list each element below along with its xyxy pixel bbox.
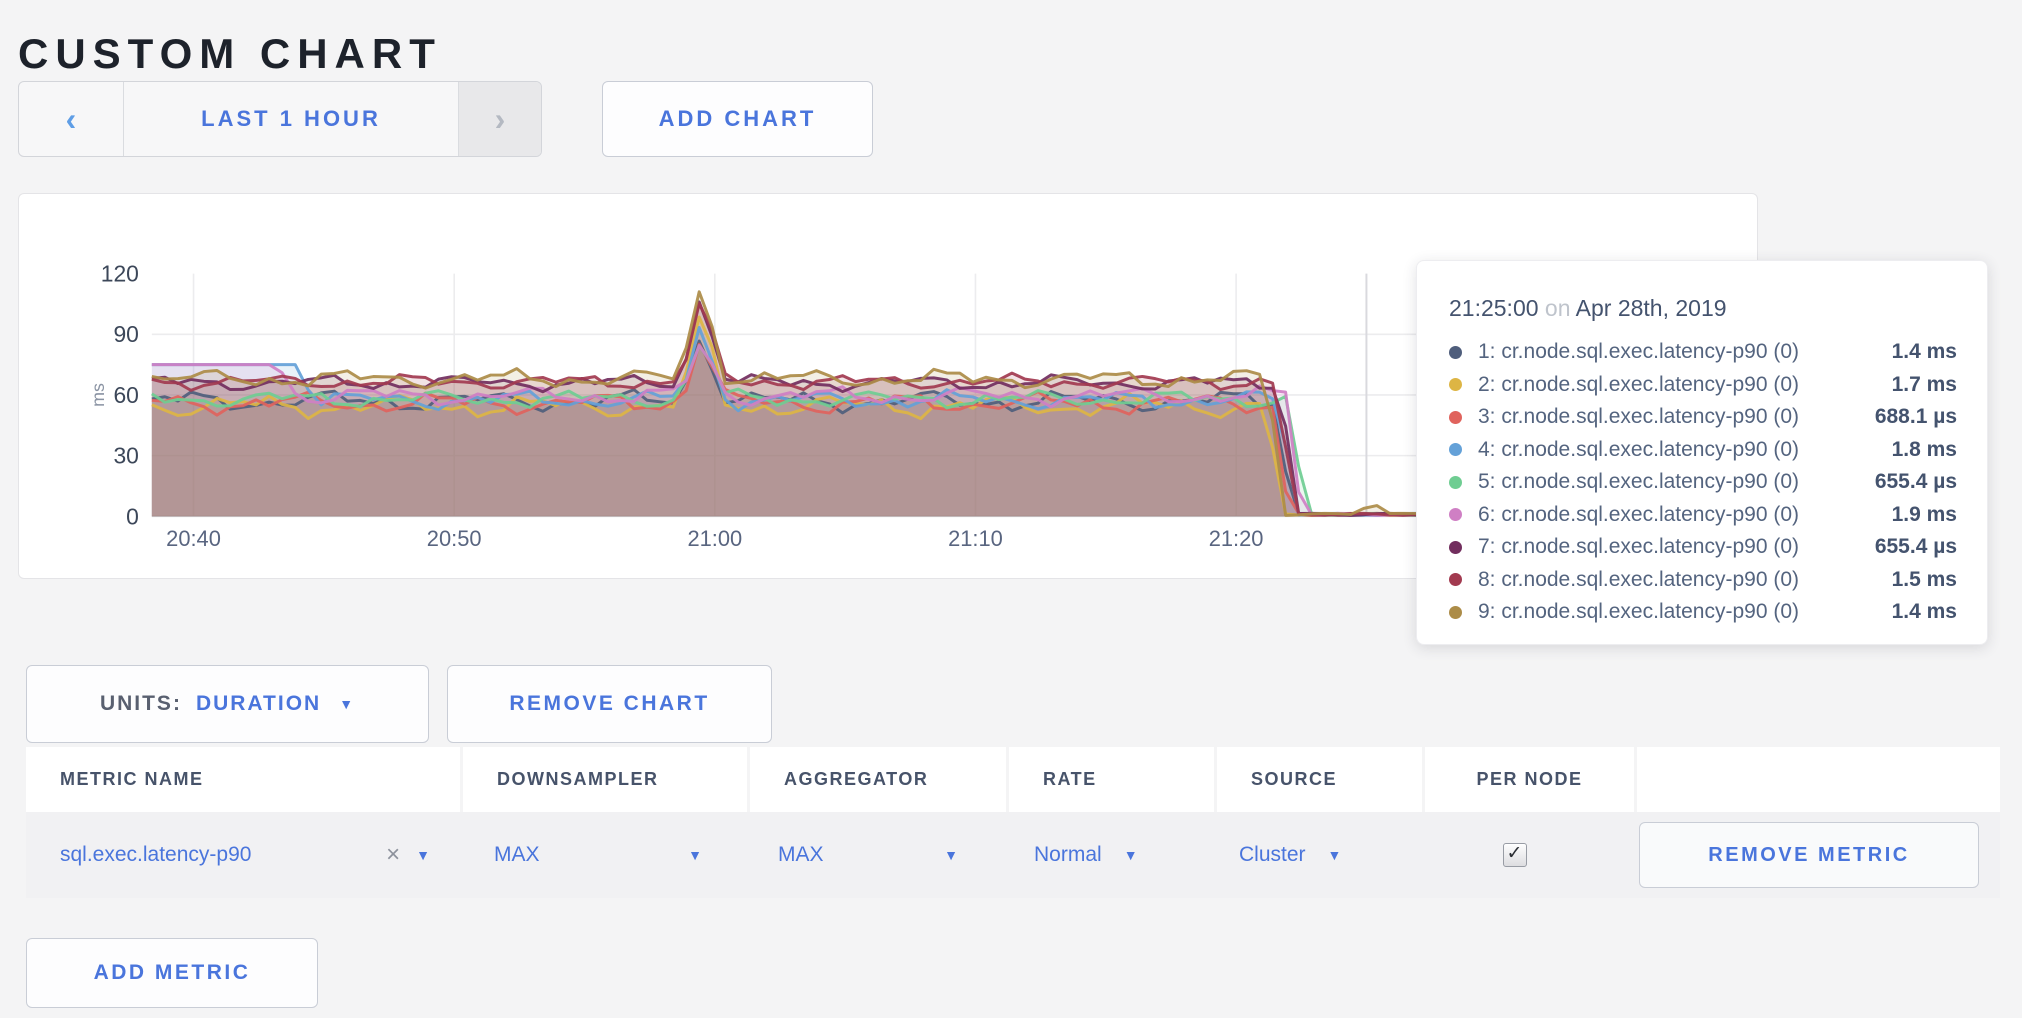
tooltip-series-row: 4: cr.node.sql.exec.latency-p90 (0)1.8 m… [1447,434,1957,467]
series-name: 3: cr.node.sql.exec.latency-p90 (0) [1478,405,1875,429]
y-axis-tick-label: 0 [126,503,139,529]
time-range-selector[interactable]: ‹ LAST 1 HOUR › [18,81,542,157]
series-color-dot [1449,508,1462,521]
series-color-dot [1449,443,1462,456]
caret-down-icon: ▼ [688,848,702,862]
metric-caret-down-icon[interactable]: ▼ [416,848,430,862]
rate-value: Normal [1034,843,1102,867]
tooltip-series-row: 2: cr.node.sql.exec.latency-p90 (0)1.7 m… [1447,369,1957,402]
series-value: 1.5 ms [1892,568,1957,592]
caret-down-icon: ▼ [1328,848,1342,862]
units-dropdown[interactable]: UNITS: DURATION ▼ [26,665,429,743]
series-color-dot [1449,573,1462,586]
metric-row: sql.exec.latency-p90 × ▼ MAX ▼ MAX ▼ Nor… [26,812,2000,898]
series-name: 2: cr.node.sql.exec.latency-p90 (0) [1478,373,1892,397]
series-color-dot [1449,378,1462,391]
header-source: SOURCE [1217,747,1422,812]
series-name: 8: cr.node.sql.exec.latency-p90 (0) [1478,568,1892,592]
tooltip-timestamp: 21:25:00 on Apr 28th, 2019 [1449,295,1957,322]
y-axis-tick-label: 90 [113,321,138,347]
series-color-dot [1449,541,1462,554]
aggregator-select[interactable]: MAX ▼ [744,812,1000,898]
rate-select[interactable]: Normal ▼ [1000,812,1205,898]
time-range-next-button[interactable]: › [459,82,541,156]
tooltip-time: 21:25:00 [1449,295,1539,321]
series-color-dot [1449,606,1462,619]
series-value: 688.1 µs [1875,405,1957,429]
add-metric-button[interactable]: ADD METRIC [26,938,318,1008]
series-name: 1: cr.node.sql.exec.latency-p90 (0) [1478,340,1892,364]
tooltip-series-row: 6: cr.node.sql.exec.latency-p90 (0)1.9 m… [1447,499,1957,532]
y-axis-unit-label: ms [88,383,108,407]
downsampler-value: MAX [494,843,540,867]
source-value: Cluster [1239,843,1306,867]
y-axis-tick-label: 60 [113,382,138,408]
x-axis-tick-label: 20:50 [427,526,482,551]
add-chart-button[interactable]: ADD CHART [602,81,873,157]
series-value: 1.4 ms [1892,340,1957,364]
time-range-prev-button[interactable]: ‹ [19,82,124,156]
tooltip-date-text: Apr 28th, 2019 [1576,295,1727,321]
checkmark-icon: ✓ [1507,842,1523,865]
y-axis-tick-label: 30 [113,443,138,469]
tooltip-series-list: 1: cr.node.sql.exec.latency-p90 (0)1.4 m… [1447,336,1957,629]
chevron-left-icon: ‹ [66,103,77,135]
x-axis-tick-label: 21:00 [687,526,742,551]
downsampler-select[interactable]: MAX ▼ [460,812,744,898]
series-color-dot [1449,346,1462,359]
caret-down-icon: ▼ [1124,848,1138,862]
series-color-dot [1449,476,1462,489]
series-name: 7: cr.node.sql.exec.latency-p90 (0) [1478,535,1875,559]
tooltip-series-row: 9: cr.node.sql.exec.latency-p90 (0)1.4 m… [1447,596,1957,629]
tooltip-on-word: on [1545,295,1571,321]
time-range-label[interactable]: LAST 1 HOUR [124,82,459,156]
caret-down-icon: ▼ [944,848,958,862]
header-metric-name: METRIC NAME [26,747,460,812]
units-label: UNITS: [100,692,182,716]
remove-metric-button[interactable]: REMOVE METRIC [1639,822,1979,888]
page-title: CUSTOM CHART [18,30,442,78]
chart-tooltip: 21:25:00 on Apr 28th, 2019 1: cr.node.sq… [1416,260,1988,645]
series-value: 1.9 ms [1892,503,1957,527]
source-select[interactable]: Cluster ▼ [1205,812,1410,898]
series-name: 9: cr.node.sql.exec.latency-p90 (0) [1478,600,1892,624]
caret-down-icon: ▼ [339,697,355,711]
x-axis-tick-label: 21:10 [948,526,1003,551]
series-name: 4: cr.node.sql.exec.latency-p90 (0) [1478,438,1892,462]
aggregator-value: MAX [778,843,824,867]
units-value: DURATION [196,692,321,716]
header-rate: RATE [1009,747,1214,812]
per-node-checkbox[interactable]: ✓ [1503,843,1527,867]
series-value: 1.8 ms [1892,438,1957,462]
tooltip-series-row: 7: cr.node.sql.exec.latency-p90 (0)655.4… [1447,531,1957,564]
series-value: 1.7 ms [1892,373,1957,397]
series-name: 5: cr.node.sql.exec.latency-p90 (0) [1478,470,1875,494]
header-actions [1637,747,2000,812]
series-value: 655.4 µs [1875,470,1957,494]
metrics-table-header: METRIC NAME DOWNSAMPLER AGGREGATOR RATE … [26,747,2000,812]
y-axis-tick-label: 120 [101,261,139,287]
series-color-dot [1449,411,1462,424]
series-value: 655.4 µs [1875,535,1957,559]
remove-chart-button[interactable]: REMOVE CHART [447,665,772,743]
tooltip-series-row: 1: cr.node.sql.exec.latency-p90 (0)1.4 m… [1447,336,1957,369]
chevron-right-icon: › [495,103,506,135]
clear-metric-icon[interactable]: × [386,841,400,869]
series-name: 6: cr.node.sql.exec.latency-p90 (0) [1478,503,1892,527]
header-per-node: PER NODE [1425,747,1634,812]
tooltip-series-row: 5: cr.node.sql.exec.latency-p90 (0)655.4… [1447,466,1957,499]
metric-name-value[interactable]: sql.exec.latency-p90 [60,843,251,867]
x-axis-tick-label: 21:20 [1209,526,1264,551]
tooltip-series-row: 3: cr.node.sql.exec.latency-p90 (0)688.1… [1447,401,1957,434]
header-downsampler: DOWNSAMPLER [463,747,747,812]
series-value: 1.4 ms [1892,600,1957,624]
tooltip-series-row: 8: cr.node.sql.exec.latency-p90 (0)1.5 m… [1447,564,1957,597]
x-axis-tick-label: 20:40 [166,526,221,551]
header-aggregator: AGGREGATOR [750,747,1006,812]
